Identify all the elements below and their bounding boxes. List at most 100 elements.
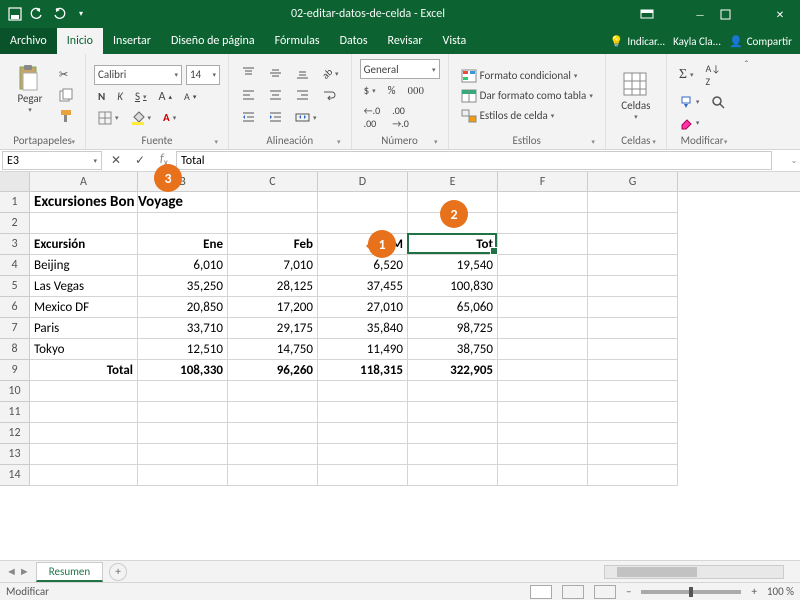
cell-F14[interactable]	[498, 465, 588, 486]
cell-E10[interactable]	[408, 381, 498, 402]
cell-D12[interactable]	[318, 423, 408, 444]
cell-C9[interactable]: 96,260	[228, 360, 318, 381]
col-header-E[interactable]: E	[408, 172, 498, 191]
format-table-button[interactable]: Dar formato como tabla ▾	[457, 87, 597, 105]
cell-B4[interactable]: 6,010	[138, 255, 228, 276]
cell-F7[interactable]	[498, 318, 588, 339]
tab-view[interactable]: Vista	[433, 28, 477, 54]
paste-button[interactable]: Pegar ▾	[8, 58, 52, 120]
maximize-icon[interactable]	[720, 9, 760, 20]
cell-B11[interactable]	[138, 402, 228, 423]
zoom-level[interactable]: 100 %	[767, 585, 794, 598]
cancel-edit-button[interactable]: ✕	[104, 153, 128, 168]
cell-A9[interactable]: Total	[30, 360, 138, 381]
row-header-10[interactable]: 10	[0, 381, 30, 402]
cell-D7[interactable]: 35,840	[318, 318, 408, 339]
cell-F3[interactable]	[498, 234, 588, 255]
tell-me[interactable]: 💡Indicar...	[610, 35, 665, 48]
cell-B8[interactable]: 12,510	[138, 339, 228, 360]
cell-A6[interactable]: Mexico DF	[30, 297, 138, 318]
cell-C14[interactable]	[228, 465, 318, 486]
underline-button[interactable]: S ▾	[131, 88, 151, 105]
bold-button[interactable]: N	[94, 88, 109, 105]
close-icon[interactable]: ✕	[760, 8, 800, 21]
cell-G10[interactable]	[588, 381, 678, 402]
cell-D10[interactable]	[318, 381, 408, 402]
fill-color-button[interactable]: ▾	[127, 109, 156, 127]
view-normal-icon[interactable]	[530, 585, 552, 599]
cell-G4[interactable]	[588, 255, 678, 276]
cell-B6[interactable]: 20,850	[138, 297, 228, 318]
expand-formula-bar[interactable]: ⌄	[788, 156, 800, 166]
minimize-icon[interactable]: —	[680, 8, 720, 21]
tab-layout[interactable]: Diseño de página	[161, 28, 265, 54]
row-header-11[interactable]: 11	[0, 402, 30, 423]
cell-A3[interactable]: Excursión	[30, 234, 138, 255]
cell-F8[interactable]	[498, 339, 588, 360]
row-header-3[interactable]: 3	[0, 234, 30, 255]
cell-C2[interactable]	[228, 213, 318, 234]
cell-C8[interactable]: 14,750	[228, 339, 318, 360]
cell-C10[interactable]	[228, 381, 318, 402]
orientation-button[interactable]: ab▾	[318, 65, 343, 82]
cell-F9[interactable]	[498, 360, 588, 381]
row-header-2[interactable]: 2	[0, 213, 30, 234]
shrink-font-button[interactable]: A▾	[180, 88, 200, 105]
cell-D1[interactable]	[318, 192, 408, 213]
cell-E3[interactable]: Tot	[408, 234, 498, 255]
cell-B2[interactable]	[138, 213, 228, 234]
share-button[interactable]: 👤Compartir	[729, 35, 792, 48]
col-header-B[interactable]: B	[138, 172, 228, 191]
cell-F6[interactable]	[498, 297, 588, 318]
name-box[interactable]: E3▾	[2, 151, 102, 170]
cell-C3[interactable]: Feb	[228, 234, 318, 255]
select-all-corner[interactable]	[0, 172, 30, 191]
cell-A13[interactable]	[30, 444, 138, 465]
cell-E13[interactable]	[408, 444, 498, 465]
cell-A11[interactable]	[30, 402, 138, 423]
cell-G13[interactable]	[588, 444, 678, 465]
cut-button[interactable]: ✂	[55, 66, 77, 83]
cell-E7[interactable]: 98,725	[408, 318, 498, 339]
cell-A14[interactable]	[30, 465, 138, 486]
cell-A12[interactable]	[30, 423, 138, 444]
col-header-A[interactable]: A	[30, 172, 138, 191]
cell-C7[interactable]: 29,175	[228, 318, 318, 339]
cell-E6[interactable]: 65,060	[408, 297, 498, 318]
cell-D4[interactable]: 6,520	[318, 255, 408, 276]
cell-E9[interactable]: 322,905	[408, 360, 498, 381]
sheet-nav-next-icon[interactable]: ►	[19, 565, 30, 578]
cell-D14[interactable]	[318, 465, 408, 486]
cell-E12[interactable]	[408, 423, 498, 444]
row-header-4[interactable]: 4	[0, 255, 30, 276]
cell-D2[interactable]	[318, 213, 408, 234]
wrap-text-button[interactable]	[318, 86, 341, 105]
cell-F4[interactable]	[498, 255, 588, 276]
zoom-in-button[interactable]: +	[751, 585, 756, 598]
tab-formulas[interactable]: Fórmulas	[265, 28, 330, 54]
align-center-button[interactable]	[264, 86, 287, 105]
cell-C4[interactable]: 7,010	[228, 255, 318, 276]
cell-G1[interactable]	[588, 192, 678, 213]
tab-review[interactable]: Revisar	[378, 28, 433, 54]
merge-center-button[interactable]: ▾	[291, 108, 321, 127]
redo-icon[interactable]	[50, 5, 68, 23]
align-left-button[interactable]	[237, 86, 260, 105]
cell-E11[interactable]	[408, 402, 498, 423]
collapse-ribbon-icon[interactable]: ˆ	[737, 54, 755, 149]
cell-E14[interactable]	[408, 465, 498, 486]
row-header-13[interactable]: 13	[0, 444, 30, 465]
zoom-slider[interactable]	[641, 590, 741, 594]
cell-F1[interactable]	[498, 192, 588, 213]
view-page-break-icon[interactable]	[594, 585, 616, 599]
cell-E8[interactable]: 38,750	[408, 339, 498, 360]
align-middle-button[interactable]	[264, 64, 287, 83]
cell-D9[interactable]: 118,315	[318, 360, 408, 381]
find-select-button[interactable]	[707, 93, 729, 111]
row-header-1[interactable]: 1	[0, 192, 30, 213]
cell-C6[interactable]: 17,200	[228, 297, 318, 318]
fill-button[interactable]: ▾	[675, 93, 704, 111]
user-account[interactable]: Kayla Cla...	[673, 35, 721, 48]
cell-G5[interactable]	[588, 276, 678, 297]
enter-edit-button[interactable]: ✓	[128, 153, 152, 168]
